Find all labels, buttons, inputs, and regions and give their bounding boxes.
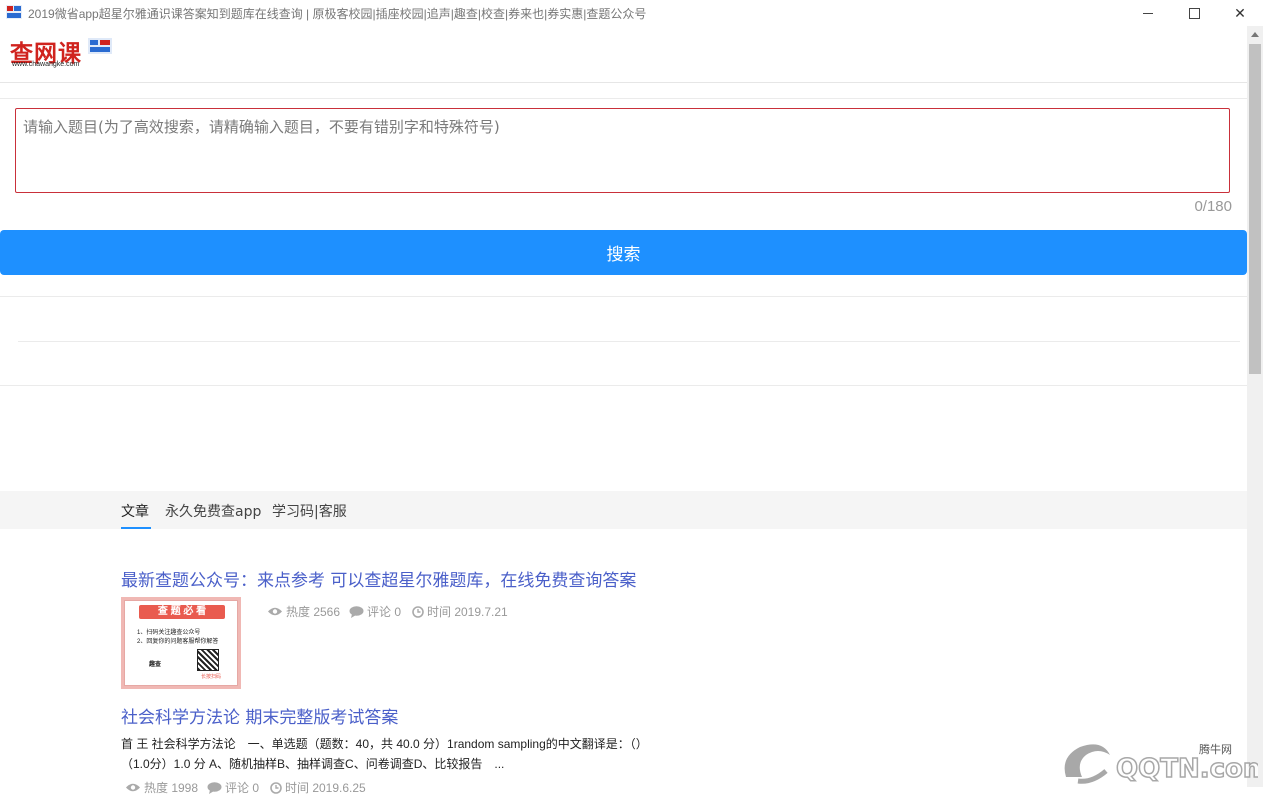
views-meta: 热度 2566 xyxy=(267,603,340,620)
active-tab-indicator xyxy=(121,527,151,529)
tab-articles[interactable]: 文章 xyxy=(121,501,149,521)
app-icon xyxy=(6,5,22,19)
search-button[interactable]: 搜索 xyxy=(0,230,1247,275)
comments-count: 评论 0 xyxy=(225,781,260,795)
post-time: 时间 2019.7.21 xyxy=(427,605,508,619)
header: 查网课 www.chawangke.com xyxy=(0,26,1247,83)
close-icon: ✕ xyxy=(1234,4,1246,21)
qr-code-icon xyxy=(197,649,219,671)
scroll-thumb[interactable] xyxy=(1249,44,1261,374)
logo-badge-icon xyxy=(88,38,112,54)
article-excerpt: （1.0分）1.0 分 A、随机抽样B、抽样调查C、问卷调查D、比较报告 ... xyxy=(121,757,505,771)
time-meta: 时间 2019.6.25 xyxy=(270,779,366,796)
divider xyxy=(0,385,1247,386)
article-thumbnail[interactable]: 查 题 必 看 1、扫码关注趣查公众号 2、回复你的问题客服帮你解答 趣查 长按… xyxy=(121,597,241,689)
comments-meta: 评论 0 xyxy=(349,603,401,620)
views-count: 热度 1998 xyxy=(144,781,199,795)
maximize-button[interactable] xyxy=(1171,0,1217,26)
thumbnail-line: 1、扫码关注趣查公众号 xyxy=(137,630,201,636)
tab-free-app[interactable]: 永久免费查app xyxy=(165,501,261,521)
views-count: 热度 2566 xyxy=(286,605,341,619)
divider xyxy=(18,341,1240,342)
tab-study-code[interactable]: 学习码|客服 xyxy=(272,501,347,521)
views-meta: 热度 1998 xyxy=(125,779,198,796)
article-title[interactable]: 社会科学方法论 期末完整版考试答案 xyxy=(121,703,398,728)
scroll-up-button[interactable] xyxy=(1247,26,1263,42)
comment-icon xyxy=(349,605,364,618)
article-title[interactable]: 最新查题公众号：来点参考 可以查超星尔雅题库，在线免费查询答案 xyxy=(121,566,636,591)
comments-meta: 评论 0 xyxy=(207,779,259,796)
divider xyxy=(0,296,1247,297)
close-button[interactable]: ✕ xyxy=(1217,0,1263,26)
logo-url: www.chawangke.com xyxy=(12,61,80,68)
time-meta: 时间 2019.7.21 xyxy=(412,603,508,620)
vertical-scrollbar[interactable] xyxy=(1247,26,1263,787)
thumbnail-line: 2、回复你的问题客服帮你解答 xyxy=(137,639,219,645)
minimize-icon xyxy=(1143,12,1153,14)
minimize-button[interactable] xyxy=(1125,0,1171,26)
article-excerpt: 首 王 社会科学方法论 一、单选题（题数：40，共 40.0 分）1random… xyxy=(121,737,648,751)
thumbnail-brand: 趣查 xyxy=(149,662,162,668)
eye-icon xyxy=(126,783,140,792)
watermark-text: QQTN.com xyxy=(1116,754,1258,784)
clock-icon xyxy=(270,781,282,794)
tab-bar: 文章 永久免费查app 学习码|客服 xyxy=(0,491,1247,529)
thumbnail-sub: 长按扫码 xyxy=(201,674,222,680)
maximize-icon xyxy=(1188,7,1200,19)
chevron-up-icon xyxy=(1251,31,1259,37)
char-counter: 0/180 xyxy=(1194,198,1232,215)
comments-count: 评论 0 xyxy=(367,605,402,619)
window-title: 2019微省app超星尔雅通识课答案知到题库在线查询 | 原极客校园|插座校园|… xyxy=(28,7,647,21)
logo[interactable]: 查网课 www.chawangke.com xyxy=(10,34,114,70)
post-time: 时间 2019.6.25 xyxy=(285,781,366,795)
thumbnail-heading: 查 题 必 看 xyxy=(139,605,225,619)
search-input[interactable] xyxy=(15,108,1230,193)
clock-icon xyxy=(412,605,424,618)
divider xyxy=(0,98,1247,99)
eye-icon xyxy=(268,607,282,616)
comment-icon xyxy=(207,781,222,794)
watermark-cn: 腾牛网 xyxy=(1199,744,1232,756)
title-bar: 2019微省app超星尔雅通识课答案知到题库在线查询 | 原极客校园|插座校园|… xyxy=(0,0,1263,26)
